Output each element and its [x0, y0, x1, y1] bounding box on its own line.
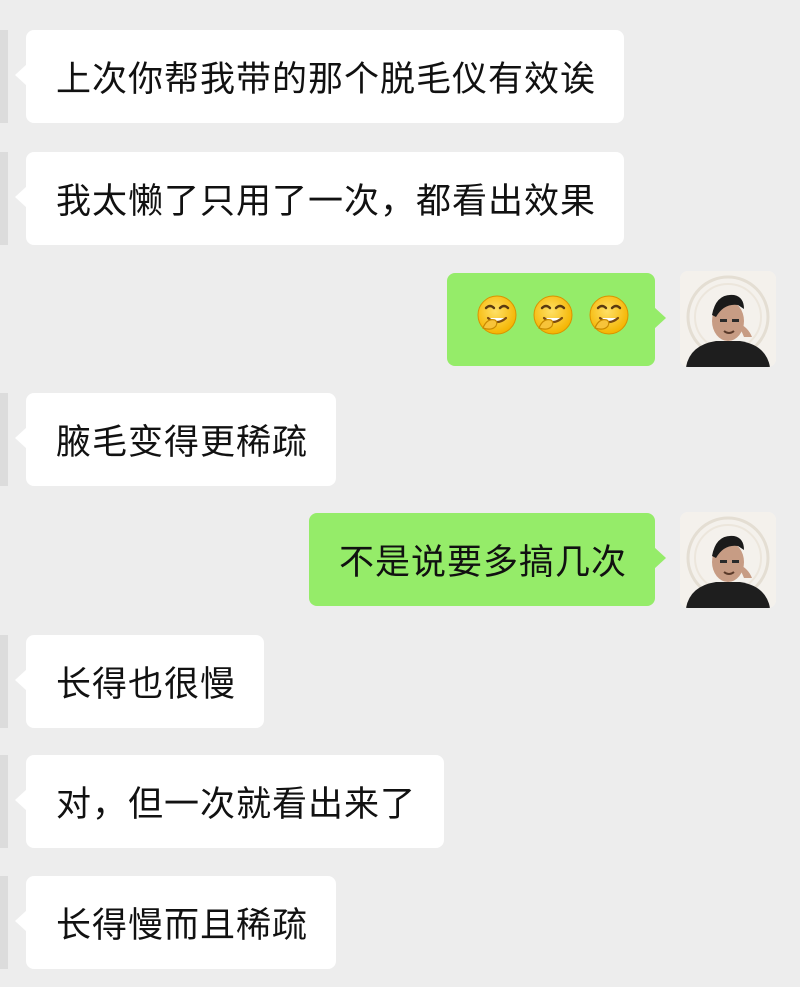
incoming-message-bubble[interactable]: 腋毛变得更稀疏: [14, 393, 337, 486]
left-edge-strip: [0, 755, 8, 848]
message-text: 腋毛变得更稀疏: [56, 423, 309, 463]
user-avatar[interactable]: [680, 512, 776, 608]
left-edge-strip: [0, 30, 8, 123]
left-edge-strip: [0, 635, 8, 728]
grimacing-laugh-emoji-icon: [475, 293, 519, 346]
chat-screen: { "chat": { "messages": [ { "side": "in"…: [0, 0, 800, 987]
message-text: 不是说要多搞几次: [338, 543, 627, 583]
message-text: 对，但一次就看出来了: [56, 785, 417, 825]
grimacing-laugh-emoji-icon: [587, 293, 631, 346]
incoming-message-bubble[interactable]: 对，但一次就看出来了: [14, 755, 445, 848]
outgoing-message-bubble[interactable]: [447, 273, 666, 366]
message-text: 长得也很慢: [56, 665, 237, 705]
grimacing-laugh-emoji-icon: [531, 293, 575, 346]
user-avatar[interactable]: [680, 271, 776, 367]
left-edge-strip: [0, 876, 8, 969]
message-text: 我太懒了只用了一次，都看出效果: [56, 182, 597, 222]
message-text: 上次你帮我带的那个脱毛仪有效诶: [56, 60, 597, 100]
incoming-message-bubble[interactable]: 长得也很慢: [14, 635, 265, 728]
incoming-message-bubble[interactable]: 长得慢而且稀疏: [14, 876, 337, 969]
left-edge-strip: [0, 152, 8, 245]
outgoing-message-bubble[interactable]: 不是说要多搞几次: [308, 513, 667, 606]
incoming-message-bubble[interactable]: 上次你帮我带的那个脱毛仪有效诶: [14, 30, 625, 123]
message-text: 长得慢而且稀疏: [56, 906, 309, 946]
left-edge-strip: [0, 393, 8, 486]
incoming-message-bubble[interactable]: 我太懒了只用了一次，都看出效果: [14, 152, 625, 245]
